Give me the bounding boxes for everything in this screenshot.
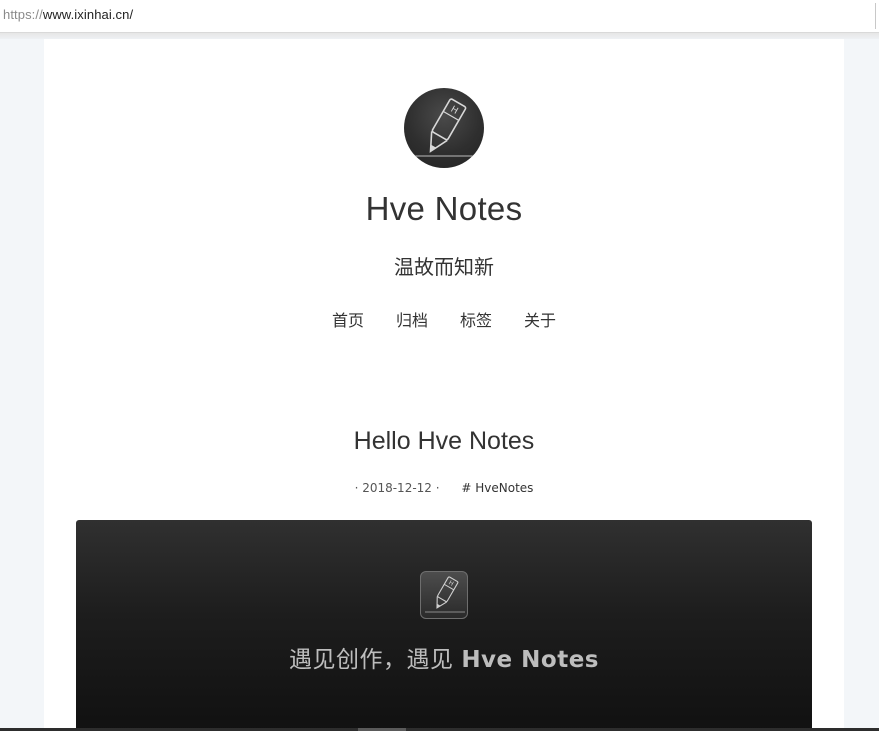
url-scheme: https://	[3, 7, 43, 22]
address-bar[interactable]: https://www.ixinhai.cn/	[0, 0, 879, 33]
page-card: H Hve Notes 温故而知新 首页 归档 标签 关于 Hello Hve …	[44, 39, 844, 731]
feature-slogan-brand: Hve Notes	[461, 647, 599, 673]
main-nav: 首页 归档 标签 关于	[44, 305, 844, 333]
pencil-h-icon: H	[412, 98, 476, 157]
url-host: www.ixinhai.cn/	[42, 7, 134, 22]
nav-item-archive[interactable]: 归档	[394, 305, 430, 333]
address-bar-edge	[875, 3, 879, 29]
url-text[interactable]: https://www.ixinhai.cn/	[3, 7, 133, 22]
nav-item-about[interactable]: 关于	[522, 305, 558, 333]
feature-slogan-prefix: 遇见创作，遇见	[289, 647, 462, 673]
post-date: · 2018-12-12 ·	[354, 481, 440, 495]
feature-logo: H	[420, 571, 468, 619]
site-subtitle: 温故而知新	[394, 255, 494, 279]
post-title[interactable]: Hello Hve Notes	[44, 427, 844, 456]
nav-item-tags[interactable]: 标签	[458, 305, 494, 333]
post-meta: · 2018-12-12 · # HveNotes	[44, 481, 844, 495]
feature-slogan: 遇见创作，遇见 Hve Notes	[76, 640, 812, 674]
nav-item-home[interactable]: 首页	[330, 305, 366, 333]
site-title[interactable]: Hve Notes	[44, 190, 844, 228]
pencil-h-icon: H	[425, 576, 465, 613]
post-feature-image[interactable]: H 遇见创作，遇见 Hve Notes	[76, 520, 812, 731]
post-tag[interactable]: # HveNotes	[461, 481, 533, 495]
avatar[interactable]: H	[404, 88, 484, 168]
